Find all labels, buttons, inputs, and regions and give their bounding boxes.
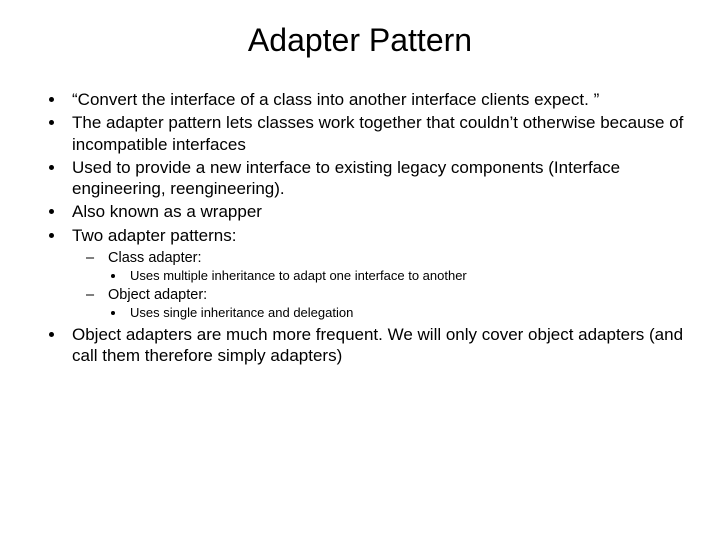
list-item: “Convert the interface of a class into a… [66,89,690,110]
bullet-list: “Convert the interface of a class into a… [30,89,690,366]
sub-list-item: Class adapter: Uses multiple inheritance… [90,249,690,284]
list-item: Used to provide a new interface to exist… [66,157,690,200]
list-item: The adapter pattern lets classes work to… [66,112,690,155]
list-item: Also known as a wrapper [66,201,690,222]
slide-title: Adapter Pattern [30,22,690,59]
sub-list-item-text: Class adapter: [108,250,202,266]
sub-sub-list-item: Uses single inheritance and delegation [126,305,690,321]
sub-list: Class adapter: Uses multiple inheritance… [72,249,690,322]
sub-list-item: Object adapter: Uses single inheritance … [90,286,690,321]
list-item: Object adapters are much more frequent. … [66,324,690,367]
sub-list-item-text: Object adapter: [108,287,207,303]
sub-sub-list: Uses multiple inheritance to adapt one i… [90,268,690,284]
list-item: Two adapter patterns: Class adapter: Use… [66,225,690,322]
sub-sub-list: Uses single inheritance and delegation [90,305,690,321]
sub-sub-list-item: Uses multiple inheritance to adapt one i… [126,268,690,284]
list-item-text: Two adapter patterns: [72,226,236,245]
